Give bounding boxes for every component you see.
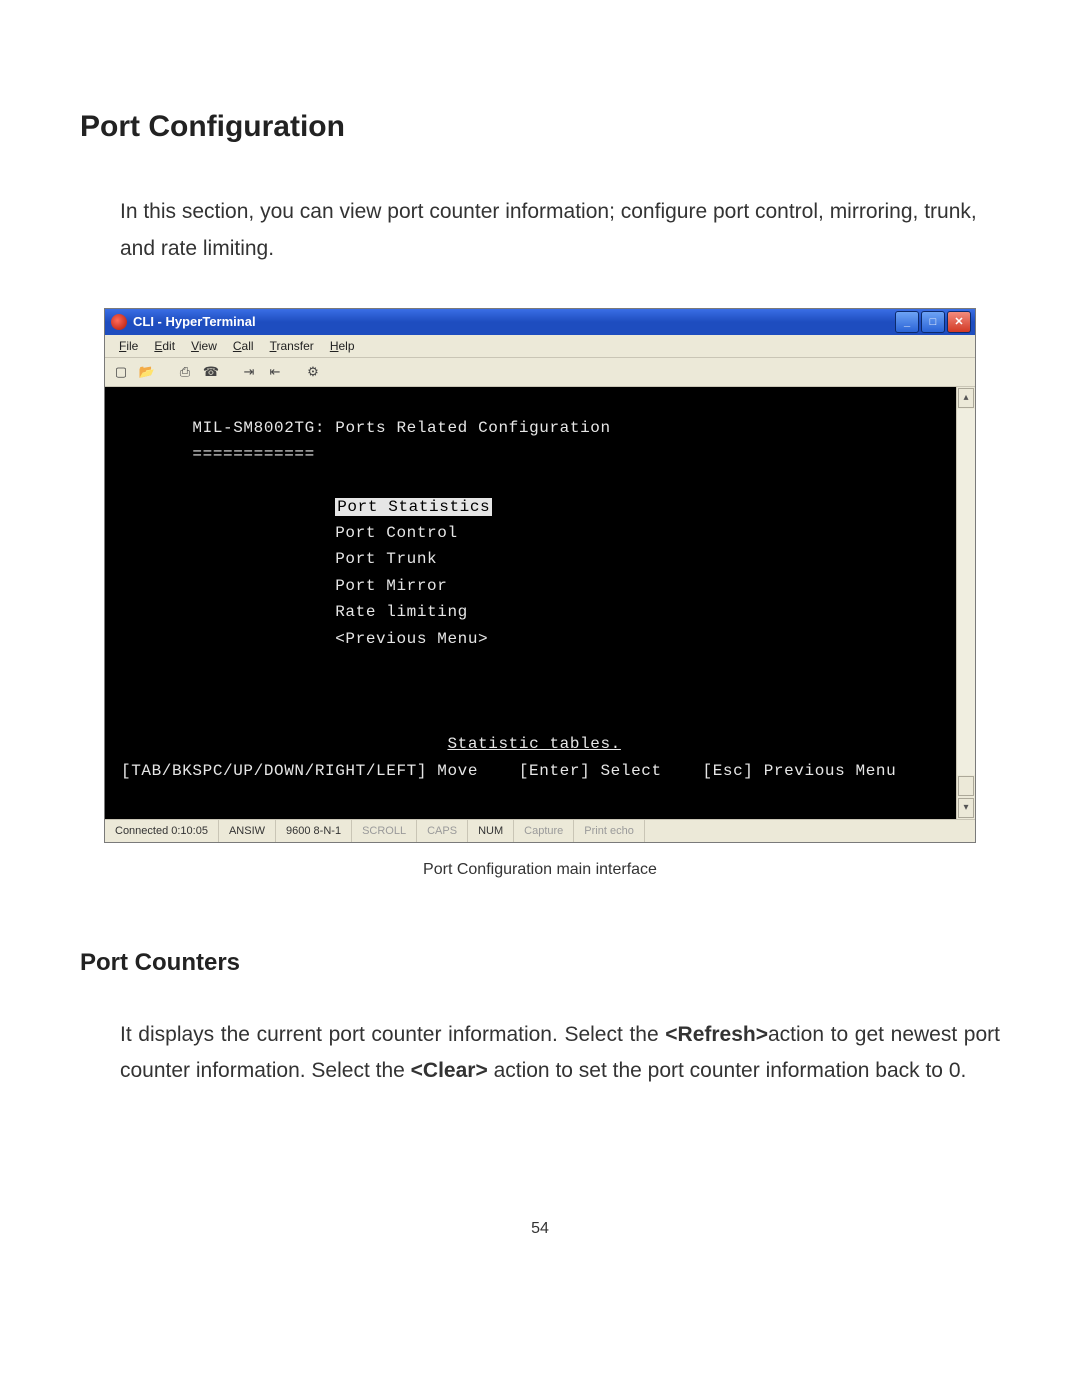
page-number: 54: [80, 1220, 1000, 1238]
intro-paragraph: In this section, you can view port count…: [120, 194, 1000, 268]
scroll-thumb[interactable]: [958, 776, 974, 796]
close-button[interactable]: ✕: [947, 311, 971, 333]
subsection-heading: Port Counters: [80, 949, 1000, 977]
status-num: NUM: [468, 820, 514, 842]
hint-line: Statistic tables.: [447, 735, 620, 753]
refresh-action-label: <Refresh>: [665, 1023, 768, 1046]
section-heading: Port Configuration: [80, 110, 1000, 144]
status-emulation: ANSIW: [219, 820, 276, 842]
disconnect-icon[interactable]: ⇤: [265, 362, 285, 382]
figure-caption: Port Configuration main interface: [80, 861, 1000, 879]
status-capture: Capture: [514, 820, 574, 842]
toolbar: ▢ 📂 ⎙ ☎ ⇥ ⇤ ⚙: [105, 358, 975, 387]
window-title: CLI - HyperTerminal: [133, 314, 895, 329]
menu-help[interactable]: Help: [322, 337, 363, 355]
nav-hint-line: [TAB/BKSPC/UP/DOWN/RIGHT/LEFT] Move [Ent…: [121, 762, 896, 780]
connect-icon[interactable]: ⇥: [239, 362, 259, 382]
terminal-scrollbar[interactable]: ▴ ▾: [956, 387, 975, 819]
scroll-up-icon[interactable]: ▴: [958, 388, 974, 408]
menu-rate-limiting[interactable]: Rate limiting: [335, 603, 468, 621]
menu-transfer[interactable]: Transfer: [262, 337, 322, 355]
print-icon[interactable]: ⎙: [175, 362, 195, 382]
hangup-icon[interactable]: ☎: [201, 362, 221, 382]
menu-bar: File Edit View Call Transfer Help: [105, 335, 975, 358]
open-folder-icon[interactable]: 📂: [137, 362, 157, 382]
properties-icon[interactable]: ⚙: [303, 362, 323, 382]
status-connected: Connected 0:10:05: [105, 820, 219, 842]
menu-edit[interactable]: Edit: [146, 337, 183, 355]
scroll-track[interactable]: [957, 409, 975, 775]
menu-file[interactable]: File: [111, 337, 146, 355]
menu-port-statistics[interactable]: Port Statistics: [335, 498, 492, 516]
status-printecho: Print echo: [574, 820, 645, 842]
terminal-screen[interactable]: MIL-SM8002TG: Ports Related Configuratio…: [105, 387, 975, 819]
status-scroll: SCROLL: [352, 820, 417, 842]
minimize-button[interactable]: _: [895, 311, 919, 333]
menu-view[interactable]: View: [183, 337, 225, 355]
status-bar: Connected 0:10:05 ANSIW 9600 8-N-1 SCROL…: [105, 819, 975, 842]
hyperterminal-window: CLI - HyperTerminal _ □ ✕ File Edit View…: [104, 308, 976, 843]
clear-action-label: <Clear>: [411, 1059, 488, 1082]
maximize-button[interactable]: □: [921, 311, 945, 333]
window-titlebar: CLI - HyperTerminal _ □ ✕: [105, 309, 975, 335]
menu-previous[interactable]: <Previous Menu>: [335, 630, 488, 648]
terminal-divider: ============: [192, 445, 314, 463]
counters-paragraph: It displays the current port counter inf…: [120, 1017, 1000, 1091]
menu-port-control[interactable]: Port Control: [335, 524, 457, 542]
menu-port-mirror[interactable]: Port Mirror: [335, 577, 447, 595]
status-caps: CAPS: [417, 820, 468, 842]
app-icon: [111, 314, 127, 330]
status-port-settings: 9600 8-N-1: [276, 820, 352, 842]
scroll-down-icon[interactable]: ▾: [958, 798, 974, 818]
menu-call[interactable]: Call: [225, 337, 262, 355]
terminal-header: MIL-SM8002TG: Ports Related Configuratio…: [192, 419, 610, 437]
new-file-icon[interactable]: ▢: [111, 362, 131, 382]
menu-port-trunk[interactable]: Port Trunk: [335, 550, 437, 568]
